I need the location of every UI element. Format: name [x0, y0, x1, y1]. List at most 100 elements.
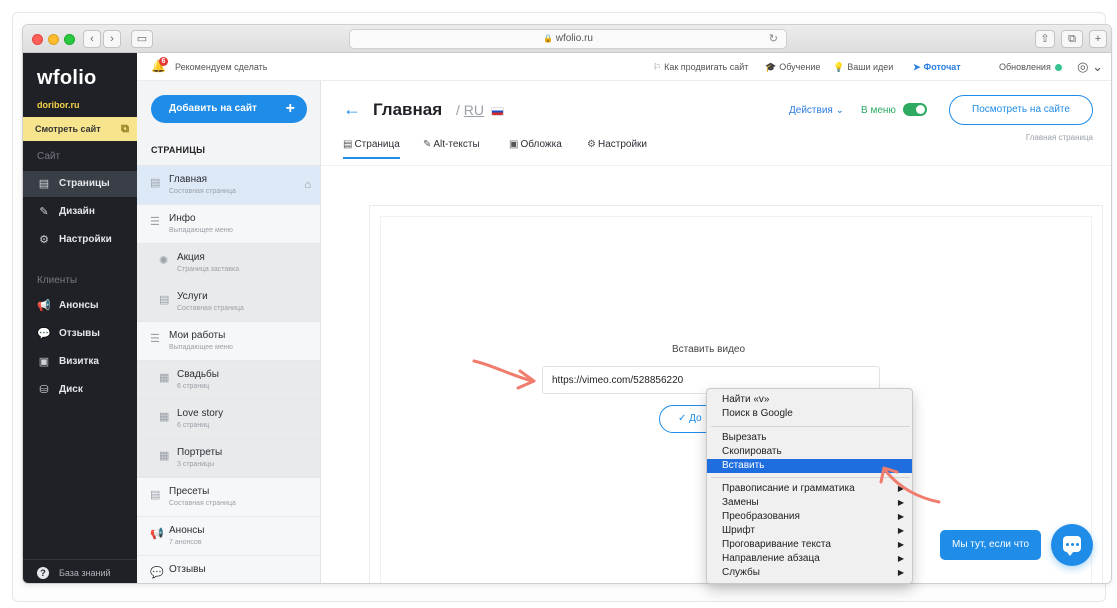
page-item-portraits[interactable]: ▦ Портреты 3 страницы — [137, 438, 320, 477]
minimize-window-button[interactable] — [48, 34, 59, 45]
tab-label: Обложка — [520, 139, 562, 150]
chevron-down-icon: ⌄ — [835, 105, 844, 116]
photochat-link[interactable]: ➤ Фоточат — [913, 62, 961, 73]
pages-panel: Добавить на сайт + СТРАНИЦЫ ▤ Главная Со… — [137, 81, 321, 583]
maximize-window-button[interactable] — [64, 34, 75, 45]
page-name: Love story — [177, 408, 224, 419]
page-item-reviews[interactable]: 💬 Отзывы — [137, 555, 320, 583]
sidebar-item-design[interactable]: ✎ Дизайн — [23, 199, 137, 225]
page-subtitle: 7 анонсов — [169, 539, 202, 546]
brush-icon: ✎ — [39, 206, 49, 218]
chat-icon: 💬 — [150, 567, 164, 579]
page-item-weddings[interactable]: ▦ Свадьбы 6 страниц — [137, 360, 320, 399]
updates-label: Обновления — [999, 62, 1051, 72]
logo[interactable]: wfolio — [37, 67, 97, 90]
promote-link[interactable]: ⚐ Как продвигать сайт — [653, 62, 748, 73]
page-name: Портреты — [177, 447, 223, 458]
page-subtitle: Составная страница — [177, 305, 244, 312]
page-item-home[interactable]: ▤ Главная Составная страница ⌂ — [137, 165, 320, 204]
updates-link[interactable]: Обновления — [999, 62, 1062, 72]
notification-badge: 6 — [159, 57, 168, 66]
forward-nav-button[interactable]: › — [103, 30, 121, 48]
sidebar-toggle-icon[interactable]: ▭ — [131, 30, 153, 48]
page-subtitle: 6 страниц — [177, 422, 210, 429]
page-name: Пресеты — [169, 486, 210, 497]
menu-item-search-google[interactable]: Поиск в Google — [707, 407, 912, 421]
page-subtitle: Выпадающее меню — [169, 344, 233, 351]
close-window-button[interactable] — [32, 34, 43, 45]
share-icon[interactable]: ⇧ — [1035, 30, 1055, 48]
account-icon[interactable]: ◎ ⌄ — [1077, 59, 1103, 75]
knowledge-base-link[interactable]: ? База знаний — [23, 559, 137, 583]
help-tooltip-button[interactable]: Мы тут, если что — [940, 530, 1041, 560]
view-site-button[interactable]: Смотреть сайт ⧉ — [23, 117, 137, 141]
page-item-love-story[interactable]: ▦ Love story 6 страниц — [137, 399, 320, 438]
new-tab-icon[interactable]: + — [1089, 30, 1107, 48]
page-item-info[interactable]: ☰ Инфо Выпадающее меню — [137, 204, 320, 243]
page-item-services[interactable]: ▤ Услуги Составная страница — [137, 282, 320, 321]
page-item-promo[interactable]: ✺ Акция Страница заставка — [137, 243, 320, 282]
tabs-overview-icon[interactable]: ⧉ — [1061, 30, 1083, 48]
url-bar[interactable]: 🔒 wfolio.ru ↻ — [349, 29, 787, 49]
sidebar-item-announcements[interactable]: 📢 Анонсы — [23, 293, 137, 319]
recommend-link[interactable]: Рекомендуем сделать — [175, 62, 268, 72]
page-item-announcements[interactable]: 📢 Анонсы 7 анонсов — [137, 516, 320, 555]
page-title: Главная — [373, 100, 443, 119]
submenu-arrow-icon: ▶ — [897, 526, 904, 535]
back-nav-button[interactable]: ‹ — [83, 30, 101, 48]
chat-button[interactable] — [1051, 524, 1093, 566]
learning-label: Обучение — [779, 62, 821, 72]
in-menu-toggle[interactable] — [903, 103, 927, 116]
menu-item-cut[interactable]: Вырезать — [707, 431, 912, 445]
menu-item-transformations[interactable]: Преобразования ▶ — [707, 510, 912, 524]
photochat-label: Фоточат — [923, 62, 961, 72]
sidebar-item-card[interactable]: ▣ Визитка — [23, 349, 137, 375]
reload-icon[interactable]: ↻ — [769, 30, 778, 48]
menu-item-find[interactable]: Найти «v» — [707, 393, 912, 407]
image-icon: ▣ — [509, 139, 519, 150]
menu-item-label: Замены — [722, 497, 759, 508]
app-header: 🔔 6 Рекомендуем сделать ⚐ Как продвигать … — [137, 53, 1111, 81]
home-icon: ⌂ — [304, 179, 311, 191]
tab-label: Alt-тексты — [433, 139, 480, 150]
section-label-site: Сайт — [37, 151, 61, 162]
page-subtitle: Выпадающее меню — [169, 227, 233, 234]
chat-icon: 💬 — [37, 328, 51, 340]
check-icon: ✓ — [678, 413, 690, 424]
page-item-presets[interactable]: ▤ Пресеты Составная страница — [137, 477, 320, 516]
add-video-label: До — [689, 413, 702, 424]
tab-alt-texts[interactable]: ✎ Alt-тексты — [423, 139, 480, 157]
menu-item-direction[interactable]: Направление абзаца ▶ — [707, 552, 912, 566]
tab-cover[interactable]: ▣ Обложка — [509, 139, 562, 157]
page-name: Свадьбы — [177, 369, 219, 380]
ideas-link[interactable]: 💡 Ваши идеи — [833, 62, 893, 73]
tab-page[interactable]: ▤ Страница — [343, 139, 400, 159]
gallery-icon: ▦ — [159, 372, 170, 384]
add-to-site-button[interactable]: Добавить на сайт + — [151, 95, 307, 123]
menu-item-font[interactable]: Шрифт ▶ — [707, 524, 912, 538]
language-selector[interactable]: / RU — [456, 102, 504, 118]
tab-settings[interactable]: ⚙ Настройки — [587, 139, 647, 157]
sidebar-item-pages[interactable]: ▤ Страницы — [23, 171, 137, 197]
back-arrow-icon[interactable]: ← — [343, 99, 361, 120]
sidebar-item-disk[interactable]: ⛁ Диск — [23, 377, 137, 403]
page-name: Отзывы — [169, 564, 206, 575]
page-item-works[interactable]: ☰ Мои работы Выпадающее меню — [137, 321, 320, 360]
sidebar-item-reviews[interactable]: 💬 Отзывы — [23, 321, 137, 347]
menu-item-copy[interactable]: Скопировать — [707, 445, 912, 459]
menu-item-services[interactable]: Службы ▶ — [707, 566, 912, 580]
learning-link[interactable]: 🎓 Обучение — [765, 62, 820, 73]
page-name: Инфо — [169, 213, 196, 224]
page-name: Мои работы — [169, 330, 226, 341]
menu-item-speech[interactable]: Проговаривание текста ▶ — [707, 538, 912, 552]
site-domain[interactable]: doribor.ru — [37, 100, 80, 110]
home-page-label: Главная страница — [1025, 133, 1093, 142]
view-on-site-button[interactable]: Посмотреть на сайте — [949, 95, 1093, 125]
url-text: wfolio.ru — [555, 33, 593, 44]
page-icon: ▤ — [343, 139, 353, 150]
promote-label: Как продвигать сайт — [664, 62, 749, 72]
knowledge-base-label: База знаний — [59, 568, 111, 578]
sidebar-item-settings[interactable]: ⚙ Настройки — [23, 227, 137, 253]
main-sidebar: wfolio doribor.ru Смотреть сайт ⧉ Сайт ▤… — [23, 53, 137, 583]
actions-dropdown[interactable]: Действия ⌄ — [789, 105, 844, 116]
